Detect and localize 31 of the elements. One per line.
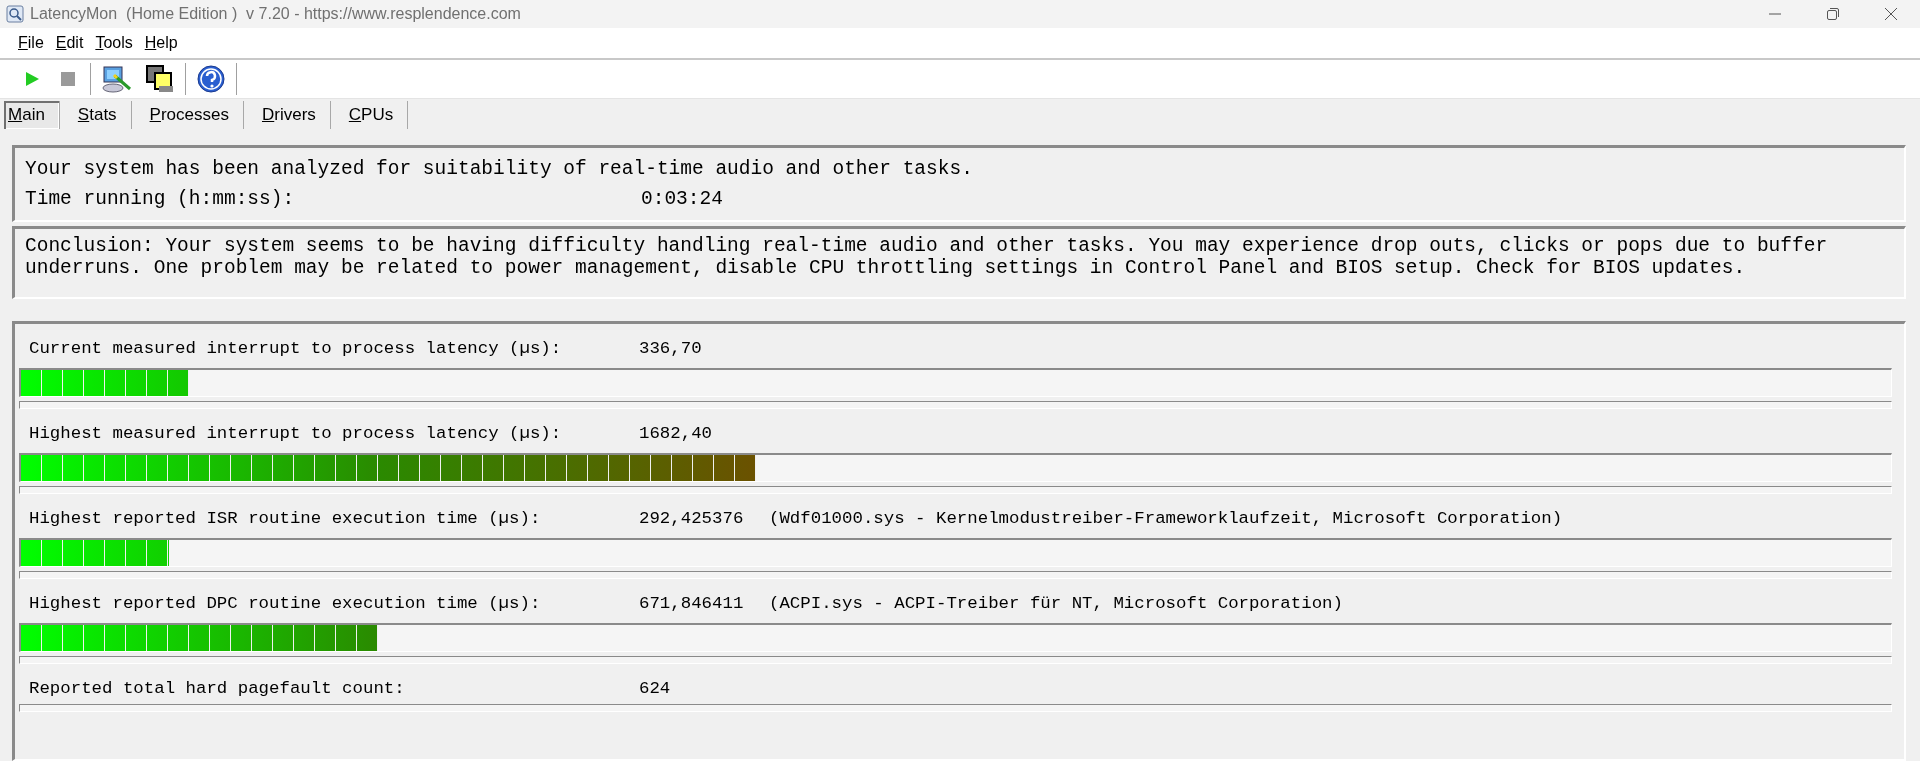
close-icon — [1884, 7, 1898, 21]
driver-detail: (ACPI.sys - ACPI-Treiber für NT, Microsoft Corporation) — [769, 593, 1343, 613]
tab[interactable]: Main — [4, 101, 60, 129]
metric-value: 336,70 — [639, 338, 703, 358]
time-value: 0:03:24 — [641, 188, 723, 210]
metric-label: Current measured interrupt to process latency (µs): — [29, 338, 563, 358]
menu-item[interactable]: File — [12, 34, 50, 52]
metric-value: 1682,40 — [639, 423, 714, 443]
driver-detail: (Wdf01000.sys - Kernelmodustreiber-Frameworklaufzeit, Microsoft Corporation) — [769, 508, 1563, 528]
restore-icon — [1826, 7, 1840, 21]
tab[interactable]: Drivers — [250, 101, 331, 129]
metric-label: Reported total hard pagefault count: — [29, 678, 406, 698]
tab[interactable]: Stats — [65, 101, 132, 129]
menu-item[interactable]: Tools — [89, 34, 139, 52]
metric-label: Highest reported DPC routine execution time (µs): — [29, 593, 542, 613]
conclusion-text: Conclusion: Your system seems to be having difficulty handling real-time audio and other tasks. You may experience drop outs, clicks or pops due to buffer underruns. One problem may be related to power management, disable CPU throttling settings in Control Panel and BIOS setup. Check for BIOS updates. — [25, 235, 1829, 281]
time-label: Time running (h:mm:ss): — [25, 188, 296, 210]
metric-value: 671,846411 — [639, 593, 745, 613]
analysis-message: Your system has been analyzed for suitability of real-time audio and other tasks. — [25, 158, 973, 180]
app-icon — [6, 5, 24, 23]
metric-label: Highest measured interrupt to process latency (µs): — [29, 423, 563, 443]
window-title: LatencyMon (Home Edition ) v 7.20 - https://www.resplendence.com — [30, 5, 522, 23]
metric-value: 292,425376 — [639, 508, 745, 528]
metric-label: Highest reported ISR routine execution time (µs): — [29, 508, 542, 528]
menu-item[interactable]: Help — [138, 34, 184, 52]
play-icon — [24, 71, 40, 87]
tab[interactable]: Processes — [137, 101, 244, 129]
stop-icon — [61, 72, 75, 86]
tab[interactable]: CPUs — [336, 101, 409, 129]
metric-value: 624 — [639, 678, 672, 698]
menu-item[interactable]: Edit — [49, 34, 90, 52]
